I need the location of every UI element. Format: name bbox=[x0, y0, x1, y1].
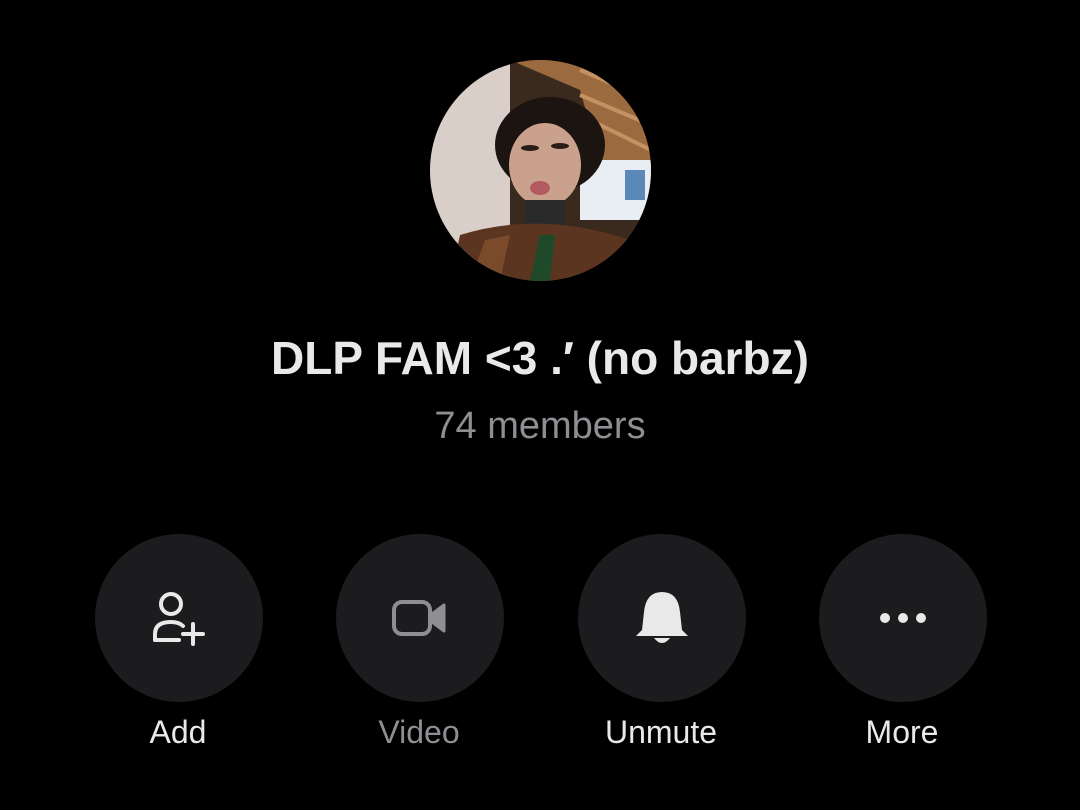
add-person-icon bbox=[153, 592, 205, 646]
add-button[interactable]: Add bbox=[83, 534, 273, 764]
video-button[interactable]: Video bbox=[324, 534, 514, 764]
member-count[interactable]: 74 members bbox=[0, 403, 1080, 449]
group-name: DLP FAM <3 .′ (no barbz) bbox=[271, 332, 809, 384]
group-photo-image bbox=[430, 60, 651, 281]
video-button-circle[interactable] bbox=[336, 534, 504, 702]
unmute-label: Unmute bbox=[604, 714, 718, 750]
unmute-button[interactable]: Unmute bbox=[566, 534, 756, 764]
video-label: Video bbox=[378, 714, 460, 750]
more-dots-icon bbox=[880, 613, 926, 623]
unmute-button-circle[interactable] bbox=[578, 534, 746, 702]
bell-icon bbox=[636, 592, 688, 643]
more-label: More bbox=[865, 714, 939, 750]
more-button-circle[interactable] bbox=[819, 534, 987, 702]
action-bar: Add Video Unmute More bbox=[0, 534, 1080, 764]
group-avatar[interactable] bbox=[430, 60, 651, 281]
add-button-circle[interactable] bbox=[95, 534, 263, 702]
more-button[interactable]: More bbox=[807, 534, 997, 764]
add-label: Add bbox=[149, 714, 207, 750]
video-camera-icon bbox=[392, 600, 446, 636]
